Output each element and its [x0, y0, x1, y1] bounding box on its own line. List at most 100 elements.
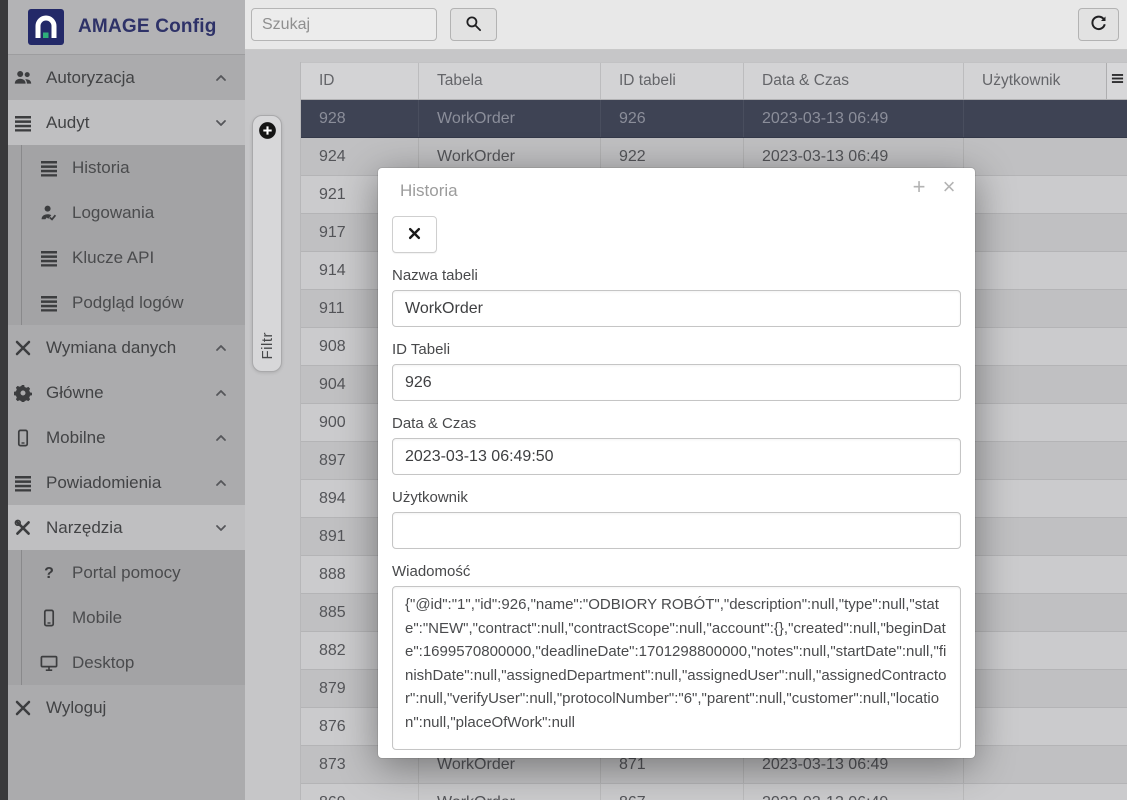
list-icon: [13, 114, 33, 132]
cell-uzytkownik: [964, 442, 1127, 479]
sidebar-menu: AutoryzacjaAudytHistoriaLogowaniaKlucze …: [8, 55, 245, 730]
header-uzytkownik[interactable]: Użytkownik: [964, 63, 1106, 99]
table-id-field[interactable]: [392, 364, 961, 401]
user-check-icon: [39, 204, 59, 222]
sidebar-item-autoryzacja[interactable]: Autoryzacja: [8, 55, 245, 100]
message-label: Wiadomość: [392, 563, 961, 580]
cell-uzytkownik: [964, 328, 1127, 365]
refresh-button[interactable]: [1078, 8, 1119, 41]
sidebar-edge-strip: [0, 0, 8, 800]
cell-uzytkownik: [964, 404, 1127, 441]
phone-icon: [13, 429, 33, 447]
sidebar-item-narzedzia[interactable]: Narzędzia: [8, 505, 245, 550]
table-name-label: Nazwa tabeli: [392, 267, 961, 284]
cell-uzytkownik: [964, 632, 1127, 669]
cell-id-tabeli: 867: [601, 784, 744, 800]
header-tabela[interactable]: Tabela: [419, 63, 601, 99]
search-input[interactable]: [251, 8, 437, 41]
cell-uzytkownik: [964, 290, 1127, 327]
table-header-row: ID Tabela ID tabeli Data & Czas Użytkown…: [301, 62, 1127, 100]
table-id-label: ID Tabeli: [392, 341, 961, 358]
chevron-down-icon: [214, 521, 228, 535]
sidebar-item-historia[interactable]: Historia: [8, 145, 245, 190]
modal-body: Nazwa tabeli ID Tabeli Data & Czas Użytk…: [378, 216, 975, 750]
sidebar-item-mobile[interactable]: Mobile: [8, 595, 245, 640]
list-icon: [13, 474, 33, 492]
menu-icon: [1111, 72, 1124, 90]
amage-config-app: AMAGE Config AutoryzacjaAudytHistoriaLog…: [0, 0, 1127, 800]
x-icon: [13, 339, 33, 357]
filter-tab[interactable]: Filtr: [252, 115, 282, 372]
chevron-up-icon: [214, 386, 228, 400]
cell-uzytkownik: [964, 366, 1127, 403]
header-id[interactable]: ID: [301, 63, 419, 99]
cell-uzytkownik: [964, 138, 1127, 175]
modal-title: Historia: [400, 181, 458, 200]
search-button[interactable]: [450, 8, 497, 41]
cell-uzytkownik: [964, 252, 1127, 289]
cell-uzytkownik: [964, 594, 1127, 631]
filter-tab-label: Filtr: [259, 332, 276, 360]
sidebar-item-glowne[interactable]: Główne: [8, 370, 245, 415]
plus-circle-icon: [258, 121, 277, 140]
cell-uzytkownik: [964, 746, 1127, 783]
modal-header: Historia + ×: [378, 168, 975, 201]
cell-id: 869: [301, 784, 419, 800]
app-logo-row: AMAGE Config: [8, 0, 245, 55]
topbar: [245, 0, 1127, 50]
sidebar-item-portal-pomocy[interactable]: ?Portal pomocy: [8, 550, 245, 595]
message-textarea[interactable]: {"@id":"1","id":926,"name":"ODBIORY ROBÓ…: [392, 586, 961, 750]
chevron-up-icon: [214, 431, 228, 445]
svg-text:?: ?: [44, 565, 54, 582]
list-icon: [39, 249, 59, 267]
sidebar-item-mobilne[interactable]: Mobilne: [8, 415, 245, 460]
cell-data-czas: 2023-03-13 06:49: [744, 100, 964, 137]
cell-uzytkownik: [964, 556, 1127, 593]
phone-icon: [39, 609, 59, 627]
sidebar-item-wymiana-danych[interactable]: Wymiana danych: [8, 325, 245, 370]
sidebar-item-powiadomienia[interactable]: Powiadomienia: [8, 460, 245, 505]
app-title: AMAGE Config: [78, 16, 217, 38]
historia-modal: Historia + × Nazwa tabeli ID Tabeli Data…: [378, 168, 975, 758]
cell-id: 928: [301, 100, 419, 137]
table-row[interactable]: 928WorkOrder9262023-03-13 06:49: [301, 100, 1127, 138]
refresh-icon: [1090, 15, 1107, 35]
tools-icon: [13, 519, 33, 537]
sidebar-item-logowania[interactable]: Logowania: [8, 190, 245, 235]
list-icon: [39, 294, 59, 312]
column-selector-button[interactable]: [1106, 63, 1127, 99]
cell-uzytkownik: [964, 480, 1127, 517]
table-row[interactable]: 869WorkOrder8672023-03-13 06:49: [301, 784, 1127, 800]
cell-uzytkownik: [964, 708, 1127, 745]
sidebar: AMAGE Config AutoryzacjaAudytHistoriaLog…: [8, 0, 245, 800]
chevron-up-icon: [214, 341, 228, 355]
cell-uzytkownik: [964, 518, 1127, 555]
users-icon: [13, 69, 33, 87]
x-icon: [408, 227, 421, 243]
close-icon[interactable]: ×: [939, 174, 959, 200]
sidebar-item-desktop[interactable]: Desktop: [8, 640, 245, 685]
header-data-czas[interactable]: Data & Czas: [744, 63, 964, 99]
cell-uzytkownik: [964, 176, 1127, 213]
sidebar-item-podglad-logow[interactable]: Podgląd logów: [8, 280, 245, 325]
list-icon: [39, 159, 59, 177]
cell-uzytkownik: [964, 784, 1127, 800]
table-name-field[interactable]: [392, 290, 961, 327]
chevron-down-icon: [214, 116, 228, 130]
datetime-label: Data & Czas: [392, 415, 961, 432]
sidebar-item-klucze-api[interactable]: Klucze API: [8, 235, 245, 280]
user-label: Użytkownik: [392, 489, 961, 506]
cell-uzytkownik: [964, 670, 1127, 707]
cell-uzytkownik: [964, 214, 1127, 251]
close-record-button[interactable]: [392, 216, 437, 253]
header-id-tabeli[interactable]: ID tabeli: [601, 63, 744, 99]
sidebar-item-audyt[interactable]: Audyt: [8, 100, 245, 145]
chevron-up-icon: [214, 71, 228, 85]
datetime-field[interactable]: [392, 438, 961, 475]
maximize-icon[interactable]: +: [909, 174, 929, 200]
user-field[interactable]: [392, 512, 961, 549]
sidebar-item-wyloguj[interactable]: Wyloguj: [8, 685, 245, 730]
cell-tabela: WorkOrder: [419, 100, 601, 137]
cell-data-czas: 2023-03-13 06:49: [744, 784, 964, 800]
desktop-icon: [39, 654, 59, 672]
